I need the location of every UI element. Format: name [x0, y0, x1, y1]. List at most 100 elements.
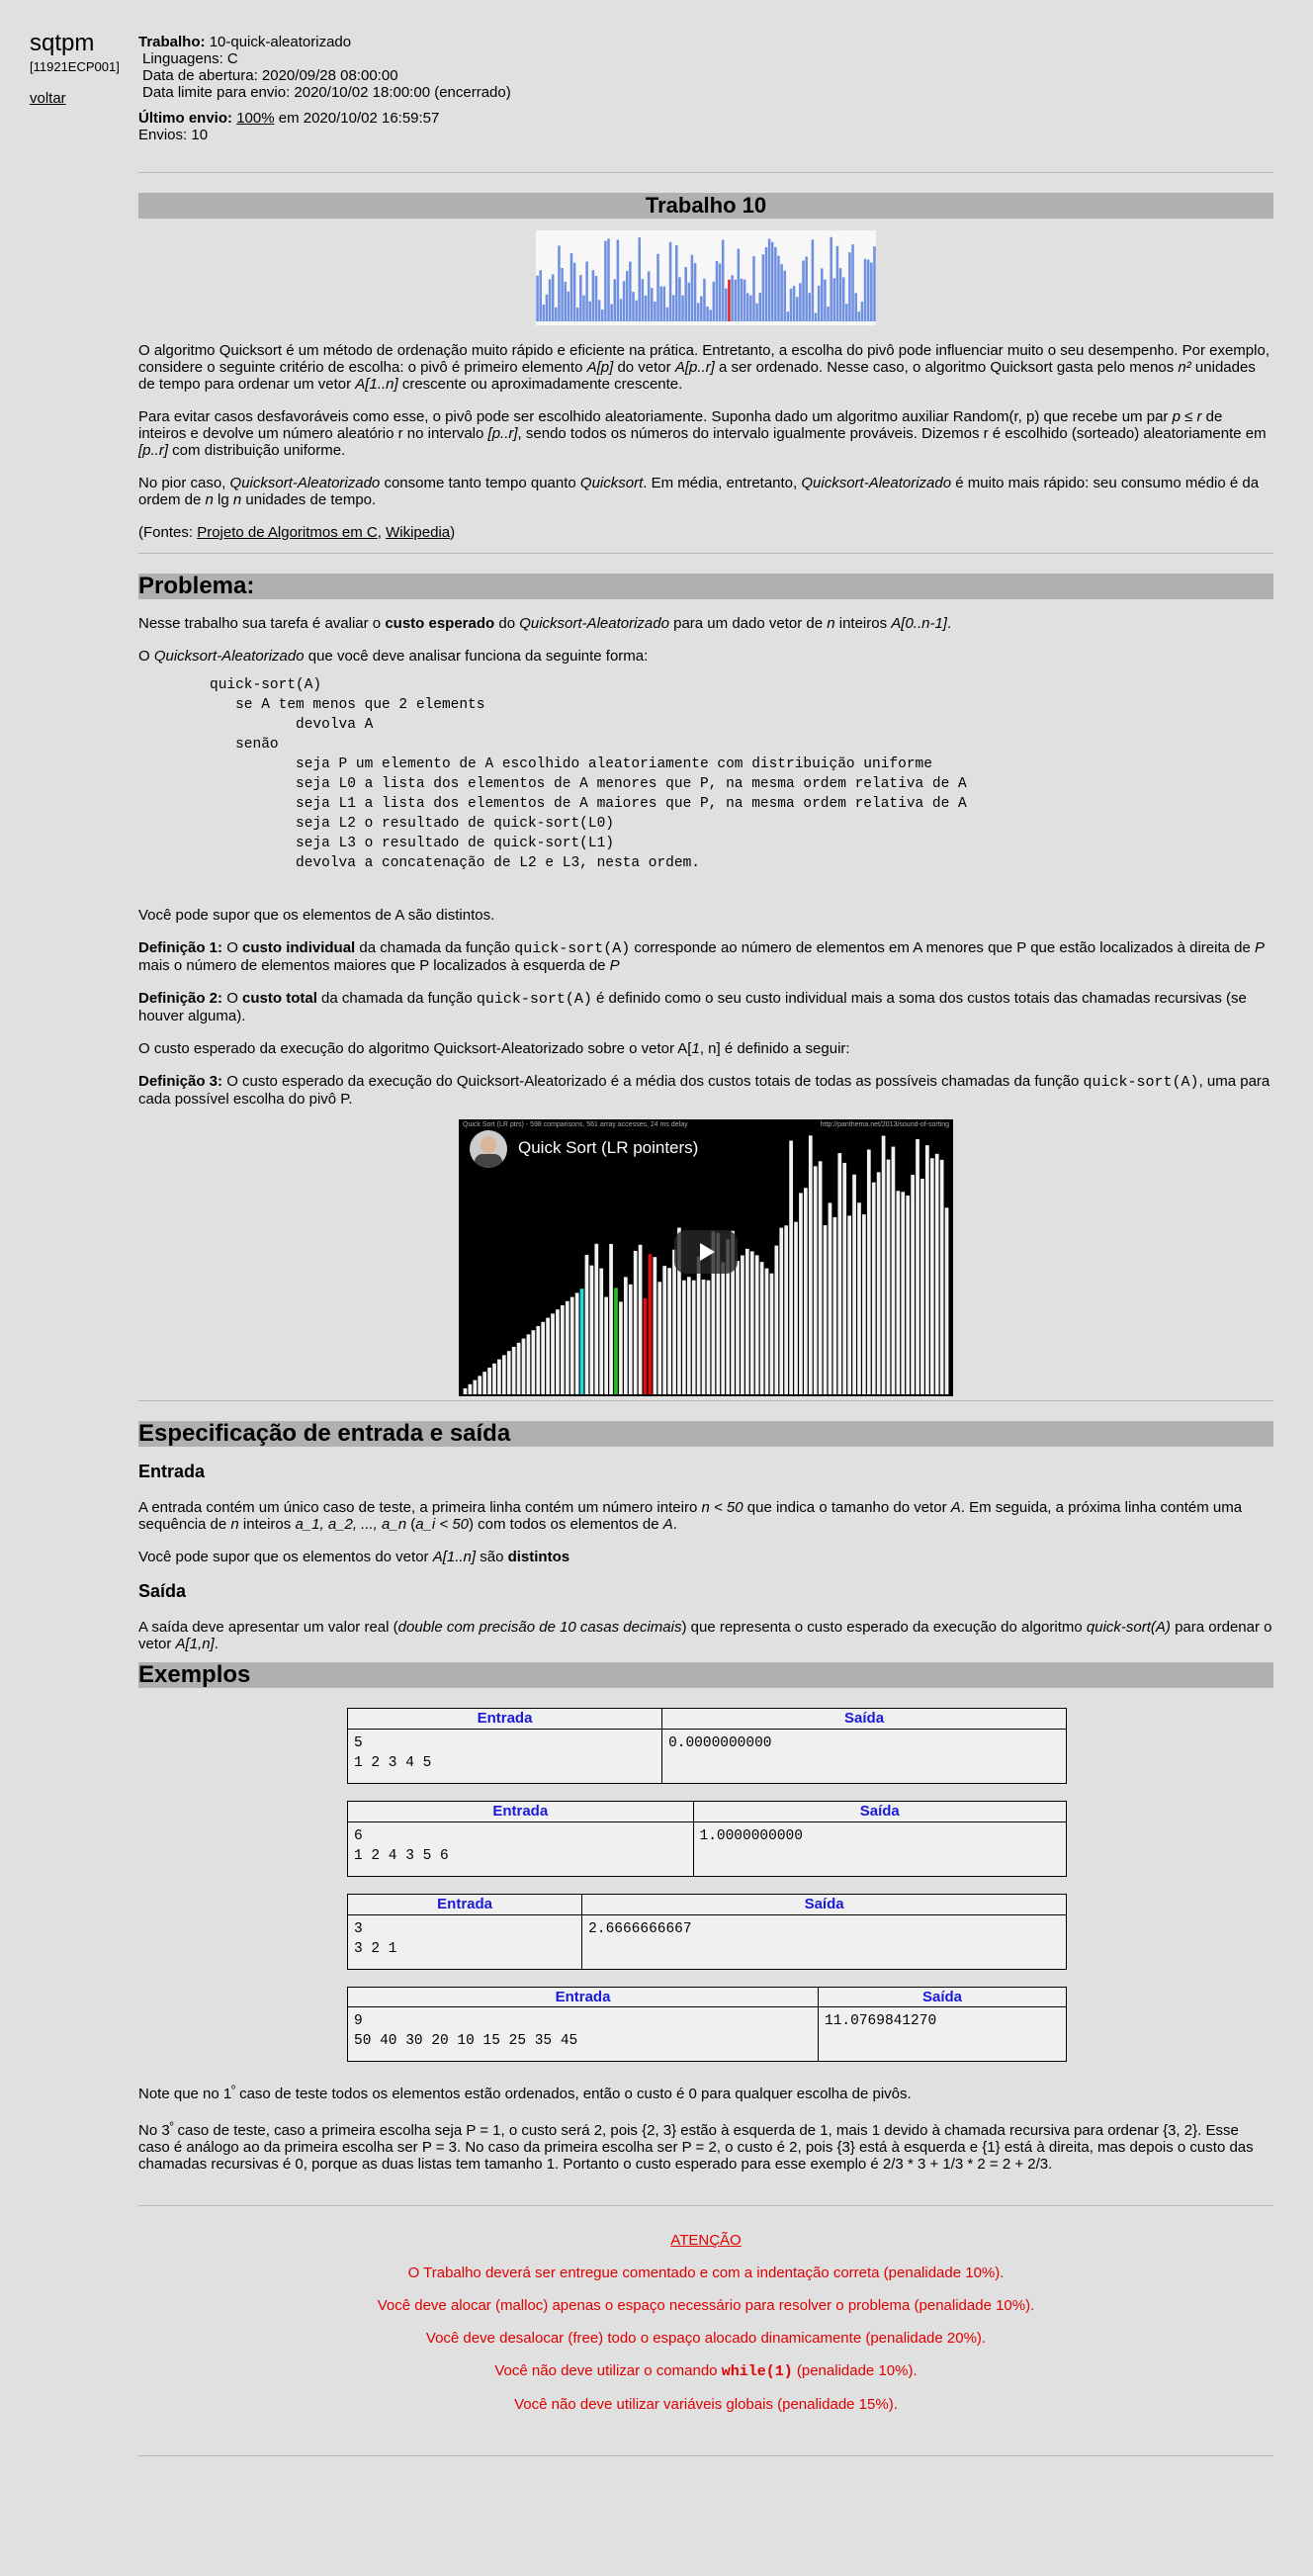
channel-avatar[interactable] [470, 1130, 507, 1168]
thumbnail-bar [696, 303, 700, 321]
intro-paragraph-2: Para evitar casos desfavoráveis como ess… [138, 408, 1267, 459]
example-table: Entrada Saída 9 50 40 30 20 10 15 25 35 45… [346, 1986, 1067, 2063]
example-output: 11.0769841270 [818, 2006, 1067, 2063]
warning-title-link[interactable]: ATENÇÃO [670, 2232, 741, 2249]
thumbnail-bar [625, 271, 629, 321]
video-bar [584, 1254, 589, 1394]
input-paragraph-1: A entrada contém um único caso de teste,… [138, 1499, 1243, 1534]
source-link-projeto[interactable]: Projeto de Algoritmos em C [197, 524, 378, 541]
thumbnail-bar [659, 286, 662, 321]
source-link-wikipedia[interactable]: Wikipedia [386, 524, 450, 541]
video-bar [482, 1372, 486, 1394]
video-bar [881, 1135, 886, 1394]
video-bar [741, 1255, 744, 1394]
thumbnail-bar [644, 295, 648, 321]
thumbnail-bar [662, 286, 666, 321]
warnings-block: ATENÇÃO O Trabalho deverá ser entregue c… [138, 2232, 1273, 2414]
video-bar [541, 1321, 546, 1394]
example-table: Entrada Saída 5 1 2 3 4 5 0.0000000000 [346, 1708, 1067, 1785]
send-count: Envios: 10 [138, 127, 209, 143]
video-bar [920, 1178, 924, 1394]
video-bar [526, 1334, 531, 1394]
video-bar [492, 1363, 496, 1394]
video-bar [531, 1330, 536, 1394]
column-header-output: Saída [818, 1986, 1067, 2008]
thumbnail-bar [542, 304, 546, 321]
video-bar [784, 1225, 789, 1394]
thumbnail-bar [817, 285, 821, 321]
sorting-bars-image [536, 230, 876, 325]
video-bar [939, 1159, 944, 1394]
last-send-score-link[interactable]: 100% [236, 110, 274, 127]
video-bar [561, 1305, 565, 1394]
thumbnail-bar [582, 295, 585, 321]
video-bar [896, 1191, 901, 1394]
play-button[interactable] [674, 1230, 738, 1274]
video-bar [911, 1175, 915, 1394]
video-bar [852, 1174, 856, 1394]
job-name: 10-quick-aleatorizado [209, 34, 352, 50]
thumbnail-bar [761, 254, 765, 321]
thumbnail-bar [764, 247, 768, 321]
video-title[interactable]: Quick Sort (LR pointers) [518, 1138, 698, 1158]
video-bar [862, 1214, 866, 1394]
thumbnail-bar [863, 258, 867, 321]
video-bar [759, 1262, 764, 1394]
thumbnail-bar [588, 301, 591, 321]
thumbnail-bar [641, 279, 645, 321]
problem-paragraph-4: O custo esperado da execução do algoritm… [138, 1040, 850, 1057]
example-table: Entrada Saída 6 1 2 4 3 5 6 1.0000000000 [347, 1801, 1067, 1877]
back-link[interactable]: voltar [30, 90, 138, 108]
thumbnail-bar [777, 255, 780, 321]
video-bar [648, 1254, 653, 1394]
video-bar [744, 1248, 749, 1394]
thumbnail-bar [567, 291, 570, 321]
video-bar [847, 1215, 851, 1394]
sorting-thumbnail [138, 230, 1273, 325]
video-bar [701, 1279, 706, 1394]
problem-heading: Problema: [138, 574, 1273, 599]
thumbnail-bar [827, 307, 830, 321]
thumbnail-bar [734, 279, 737, 321]
divider [138, 2455, 1273, 2457]
video-bar [754, 1255, 759, 1394]
thumbnail-bar [548, 279, 552, 321]
column-header-output: Saída [661, 1708, 1067, 1731]
video-bar [779, 1227, 784, 1394]
thumbnail-bar [607, 238, 610, 321]
thumbnail-bar [604, 240, 607, 321]
thumbnail-bar [709, 310, 712, 321]
thumbnail-bar [539, 270, 542, 321]
video-bar [473, 1379, 478, 1394]
video-player[interactable]: Quick Sort (LR ptrs) - 598 comparisons, … [459, 1119, 953, 1396]
thumbnail-bar [755, 303, 758, 321]
video-bar [837, 1153, 842, 1394]
video-bar [546, 1317, 550, 1394]
main-content: Trabalho: 10-quick-aleatorizado Linguage… [138, 34, 1273, 2457]
problem-paragraph-2: O Quicksort-Aleatorizado que você deve a… [138, 648, 649, 665]
thumbnail-bar [681, 295, 684, 321]
column-header-output: Saída [581, 1893, 1067, 1915]
video-bar [906, 1195, 911, 1394]
video-bar [828, 1202, 832, 1394]
intro-paragraph-1: O algoritmo Quicksort é um método de ord… [138, 342, 1269, 393]
thumbnail-bar [687, 282, 691, 321]
video-bar [521, 1338, 526, 1394]
thumbnail-bar [638, 237, 642, 321]
problem-paragraph-3: Você pode supor que os elementos de A sã… [138, 907, 495, 924]
video-bar [501, 1355, 506, 1394]
video-bar [628, 1284, 633, 1394]
video-bar [944, 1207, 949, 1394]
thumbnail-bar [632, 292, 635, 321]
video-bar [866, 1149, 871, 1394]
column-header-input: Entrada [347, 1801, 694, 1822]
thumbnail-bar [715, 260, 719, 321]
thumbnail-bar [572, 262, 576, 321]
video-bar [901, 1192, 906, 1394]
thumbnail-bar [613, 279, 617, 321]
sources: (Fontes: Projeto de Algoritmos em C, Wik… [138, 524, 456, 541]
video-bar [589, 1265, 594, 1394]
thumbnail-bar [799, 283, 802, 321]
video-bar [633, 1250, 638, 1394]
last-send-label: Último envio: [138, 110, 233, 127]
